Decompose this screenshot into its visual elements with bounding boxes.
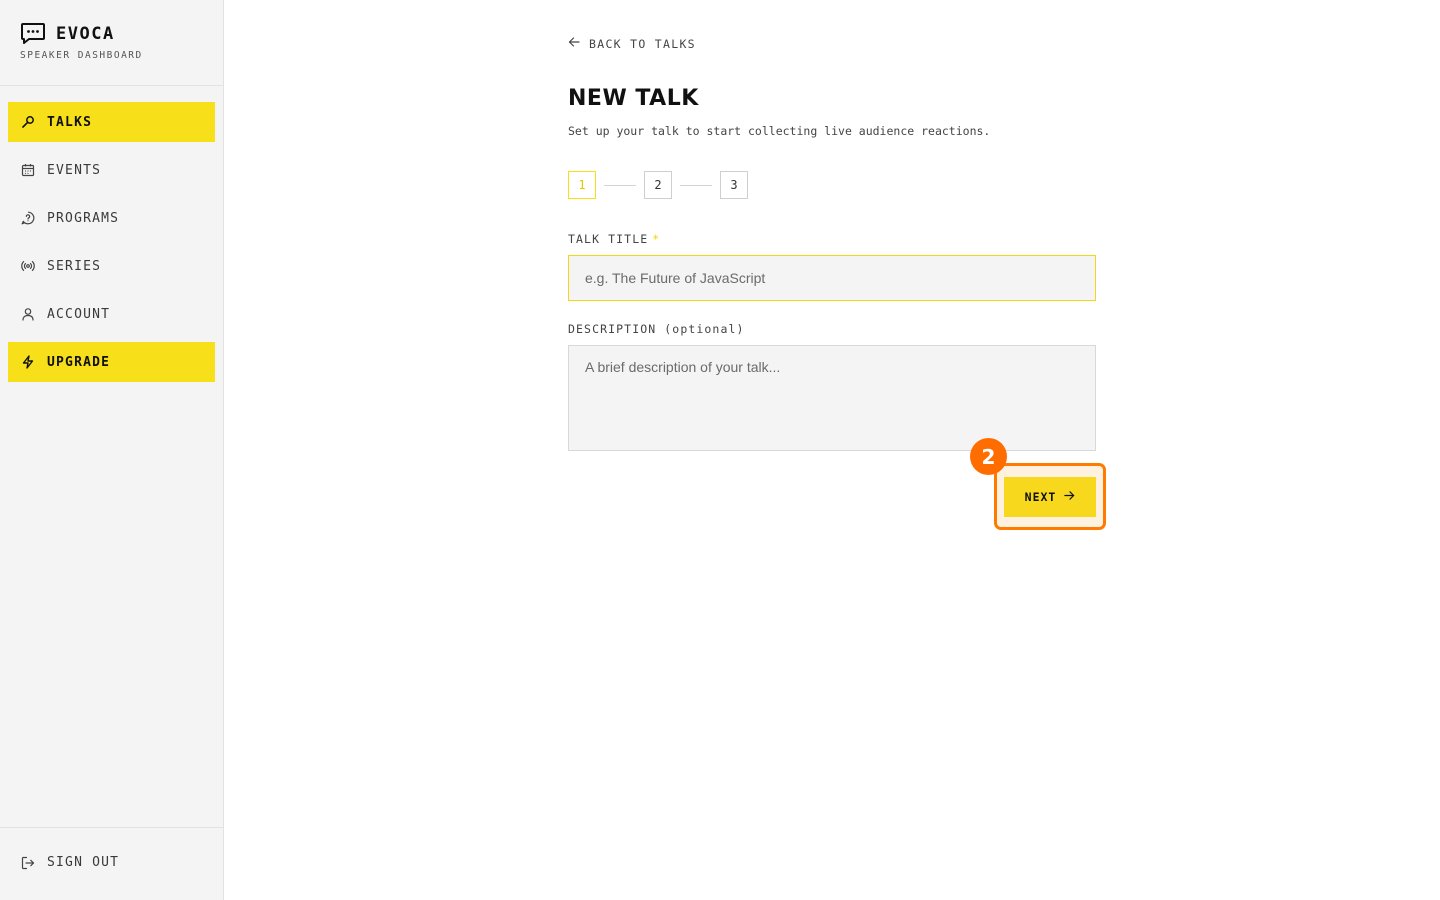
arrow-left-icon <box>568 36 580 51</box>
step-2: 2 <box>644 171 672 199</box>
upgrade-button[interactable]: UPGRADE <box>8 342 215 382</box>
sidebar-item-series[interactable]: SERIES <box>8 246 215 286</box>
calendar-icon <box>21 163 35 177</box>
upgrade-label: UPGRADE <box>47 354 111 370</box>
sidebar-footer: SIGN OUT <box>0 827 223 900</box>
description-label: DESCRIPTION (optional) <box>568 322 745 336</box>
sidebar-item-talks[interactable]: TALKS <box>8 102 215 142</box>
logout-icon <box>21 856 35 870</box>
brand-subtitle: SPEAKER DASHBOARD <box>20 50 143 61</box>
step-connector <box>680 184 712 186</box>
talk-title-label-text: TALK TITLE <box>568 232 649 246</box>
annotation-badge: 2 <box>970 438 1007 475</box>
back-to-talks-link[interactable]: BACK TO TALKS <box>568 36 696 51</box>
sidebar-item-account[interactable]: ACCOUNT <box>8 294 215 334</box>
next-button[interactable]: NEXT <box>1004 477 1096 517</box>
sign-out-label: SIGN OUT <box>47 855 120 870</box>
help-circle-icon <box>21 211 35 225</box>
broadcast-icon <box>21 259 35 273</box>
sidebar-item-label: ACCOUNT <box>47 306 111 322</box>
page-title: NEW TALK <box>568 86 699 111</box>
sign-out-button[interactable]: SIGN OUT <box>0 855 223 870</box>
user-icon <box>21 307 35 321</box>
sidebar-item-events[interactable]: EVENTS <box>8 150 215 190</box>
talk-title-label: TALK TITLE * <box>568 232 660 246</box>
sidebar-nav: TALKS EVENTS PROGRAMS SERIES ACCOUNT UPG… <box>0 86 223 382</box>
next-button-label: NEXT <box>1024 490 1057 504</box>
sidebar-item-programs[interactable]: PROGRAMS <box>8 198 215 238</box>
arrow-right-icon <box>1064 490 1075 504</box>
page-subtitle: Set up your talk to start collecting liv… <box>568 124 991 138</box>
step-3: 3 <box>720 171 748 199</box>
brand-header: EVOCA SPEAKER DASHBOARD <box>0 0 223 86</box>
sidebar-item-label: EVENTS <box>47 162 102 178</box>
required-mark: * <box>652 232 661 246</box>
lightning-icon <box>21 355 35 369</box>
step-connector <box>604 184 636 186</box>
back-link-label: BACK TO TALKS <box>589 36 696 51</box>
microphone-icon <box>21 115 35 129</box>
chat-bubble-icon <box>20 22 46 46</box>
description-textarea[interactable] <box>568 345 1096 451</box>
sidebar-item-label: SERIES <box>47 258 102 274</box>
sidebar-item-label: TALKS <box>47 114 93 130</box>
talk-title-input[interactable] <box>568 255 1096 301</box>
sidebar-item-label: PROGRAMS <box>47 210 120 226</box>
step-indicator: 1 2 3 <box>568 171 748 199</box>
sidebar: EVOCA SPEAKER DASHBOARD TALKS EVENTS PRO… <box>0 0 224 900</box>
step-1: 1 <box>568 171 596 199</box>
brand-name: EVOCA <box>56 24 115 44</box>
